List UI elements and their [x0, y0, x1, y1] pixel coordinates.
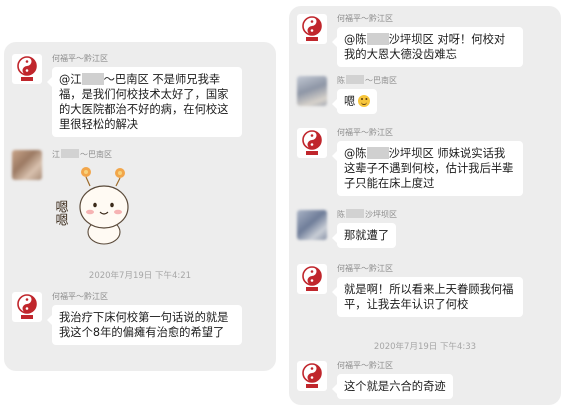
chat-screenshot-right: 何福平～黔江区 @陈 沙坪坝区 对呀！何校对我的大恩大德没齿难忘 陈～巴南区 嗯 … [289, 6, 561, 405]
mention-prefix: @陈 [344, 33, 367, 46]
message-text: 嗯 [344, 95, 356, 108]
sender-name-suffix: ～巴南区 [80, 150, 112, 159]
redacted-name [366, 33, 389, 45]
sender-name-prefix: 江 [52, 150, 60, 159]
redacted-name [366, 147, 389, 159]
sender-name: 何福平～黔江区 [337, 14, 393, 23]
message-text: 我治疗下床何校第一句话说的就是我这个8年的偏瘫有治愈的希望了 [59, 311, 229, 339]
sender-name: 陈 沙坪坝区 [337, 209, 397, 220]
message-bubble[interactable]: @陈 沙坪坝区 对呀！何校对我的大恩大德没齿难忘 [332, 27, 523, 67]
message-bubble[interactable]: @陈 沙坪坝区 师妹说实话我这辈子不遇到何校，估计我后半辈子只能在床上度过 [332, 141, 523, 196]
message-bubble[interactable]: 嗯 [331, 89, 378, 114]
taiji-logo-icon[interactable] [297, 14, 327, 44]
timestamp: 2020年7月19日 下午4:21 [88, 271, 192, 281]
message-bubble[interactable]: 就是啊！所以看来上天眷顾我何福平，让我去年认识了何校 [332, 277, 523, 317]
redacted-name [346, 209, 364, 218]
sticker-text: 嗯嗯 [53, 200, 69, 226]
mention-prefix: @陈 [344, 147, 367, 160]
timestamp: 2020年7月19日 下午4:33 [373, 342, 477, 352]
message-text: 那就遭了 [344, 229, 390, 242]
blurred-avatar[interactable] [12, 150, 42, 180]
taiji-logo-icon[interactable] [297, 128, 327, 158]
blurred-avatar[interactable] [297, 210, 327, 240]
smile-emoji-icon [358, 95, 371, 107]
sender-name-suffix: ～巴南区 [365, 76, 397, 85]
sender-name-suffix: 沙坪坝区 [365, 210, 397, 219]
taiji-logo-icon[interactable] [12, 54, 42, 84]
mention-prefix: @江 [59, 73, 82, 86]
sender-name: 何福平～黔江区 [337, 128, 393, 137]
redacted-name [346, 75, 364, 84]
message-text: 就是啊！所以看来上天眷顾我何福平，让我去年认识了何校 [344, 283, 514, 311]
blurred-avatar[interactable] [297, 76, 327, 106]
taiji-logo-icon[interactable] [297, 361, 327, 391]
sender-name: 何福平～黔江区 [52, 292, 108, 301]
message-bubble[interactable]: 我治疗下床何校第一句话说的就是我这个8年的偏瘫有治愈的希望了 [47, 305, 242, 345]
sender-name: 何福平～黔江区 [52, 54, 108, 63]
taiji-logo-icon[interactable] [12, 292, 42, 322]
message-bubble[interactable]: 那就遭了 [331, 223, 397, 248]
redacted-name [81, 73, 104, 85]
round-cartoon-sticker[interactable]: 嗯嗯 [46, 162, 142, 252]
message-bubble[interactable]: 这个就是六合的奇迹 [332, 374, 453, 399]
message-text: 这个就是六合的奇迹 [344, 380, 446, 393]
sender-name: 何福平～黔江区 [337, 264, 393, 273]
chat-screenshot-left: 何福平～黔江区 @江 ～巴南区 不是师兄我幸福，是我们何校技术太好了，国家的大医院… [4, 42, 276, 371]
redacted-name [61, 149, 79, 158]
sender-name: 陈 ～巴南区 [337, 75, 397, 86]
sender-name-prefix: 陈 [337, 210, 345, 219]
taiji-logo-icon[interactable] [297, 264, 327, 294]
sender-name: 何福平～黔江区 [337, 361, 393, 370]
message-bubble[interactable]: @江 ～巴南区 不是师兄我幸福，是我们何校技术太好了，国家的大医院都治不好的病，在… [47, 67, 242, 137]
sender-name-prefix: 陈 [337, 76, 345, 85]
sender-name: 江 ～巴南区 [52, 149, 112, 160]
